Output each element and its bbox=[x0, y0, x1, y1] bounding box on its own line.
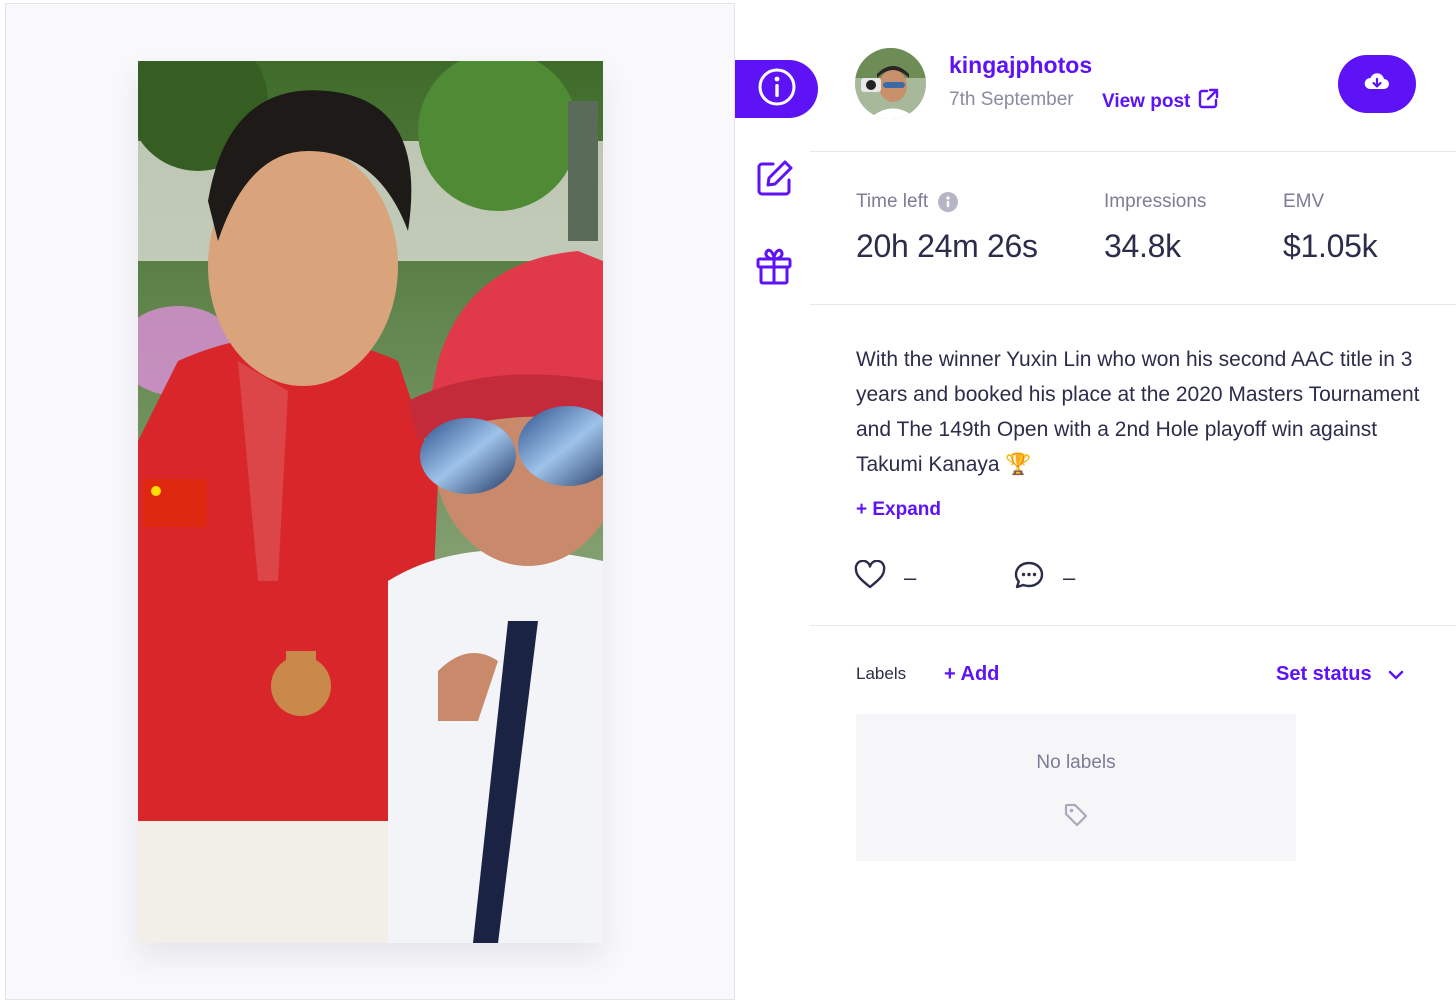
heart-icon bbox=[854, 559, 886, 596]
info-tab-button[interactable] bbox=[735, 60, 818, 118]
likes-value: – bbox=[904, 565, 917, 590]
cloud-download-icon bbox=[1364, 71, 1390, 98]
caption-section: With the winner Yuxin Lin who won his se… bbox=[810, 306, 1456, 626]
info-icon[interactable] bbox=[938, 192, 959, 212]
edit-tab-button[interactable] bbox=[753, 158, 797, 202]
media-preview-panel bbox=[5, 3, 735, 1000]
impressions-stat: Impressions 34.8k bbox=[1104, 190, 1206, 265]
post-stats: Time left 20h 24m 26s Impressions 34.8k … bbox=[810, 153, 1456, 305]
labels-title: Labels bbox=[856, 664, 907, 683]
impressions-value: 34.8k bbox=[1104, 228, 1181, 264]
post-photo bbox=[138, 61, 603, 943]
likes-count: – bbox=[854, 559, 917, 596]
post-caption: With the winner Yuxin Lin who won his se… bbox=[856, 348, 1420, 476]
post-header: kingajphotos 7th September View post bbox=[810, 0, 1456, 152]
username[interactable]: kingajphotos bbox=[949, 52, 1092, 79]
comment-icon bbox=[1013, 560, 1045, 596]
add-label-button[interactable]: + Add bbox=[944, 663, 999, 686]
post-details-panel: kingajphotos 7th September View post Tim… bbox=[810, 0, 1456, 1004]
set-status-dropdown[interactable]: Set status bbox=[1276, 663, 1404, 686]
labels-section: Labels + Add Set status No labels bbox=[810, 627, 1456, 1004]
comments-value: – bbox=[1063, 565, 1076, 590]
external-link-icon bbox=[1198, 88, 1219, 115]
tag-icon bbox=[1063, 802, 1089, 833]
time-left-stat: Time left 20h 24m 26s bbox=[856, 190, 1038, 265]
info-icon bbox=[757, 67, 797, 112]
post-date: 7th September bbox=[949, 89, 1074, 110]
edit-icon bbox=[756, 159, 794, 202]
gift-tab-button[interactable] bbox=[751, 245, 797, 291]
download-button[interactable] bbox=[1338, 55, 1416, 113]
labels-empty-state: No labels bbox=[856, 714, 1296, 861]
expand-caption-button[interactable]: + Expand bbox=[856, 499, 941, 521]
avatar[interactable] bbox=[855, 48, 926, 119]
chevron-down-icon bbox=[1388, 663, 1404, 686]
emv-label: EMV bbox=[1283, 191, 1325, 212]
comments-count: – bbox=[1013, 560, 1075, 596]
emv-value: $1.05k bbox=[1283, 228, 1378, 264]
impressions-label: Impressions bbox=[1104, 191, 1207, 212]
view-post-label: View post bbox=[1102, 90, 1191, 112]
time-left-value: 20h 24m 26s bbox=[856, 228, 1038, 264]
emv-stat: EMV $1.05k bbox=[1283, 190, 1378, 265]
time-left-label: Time left bbox=[856, 191, 929, 212]
set-status-label: Set status bbox=[1276, 663, 1372, 685]
side-rail bbox=[735, 0, 818, 1004]
no-labels-text: No labels bbox=[1036, 752, 1116, 773]
gift-icon bbox=[754, 246, 794, 291]
view-post-link[interactable]: View post bbox=[1102, 88, 1219, 115]
